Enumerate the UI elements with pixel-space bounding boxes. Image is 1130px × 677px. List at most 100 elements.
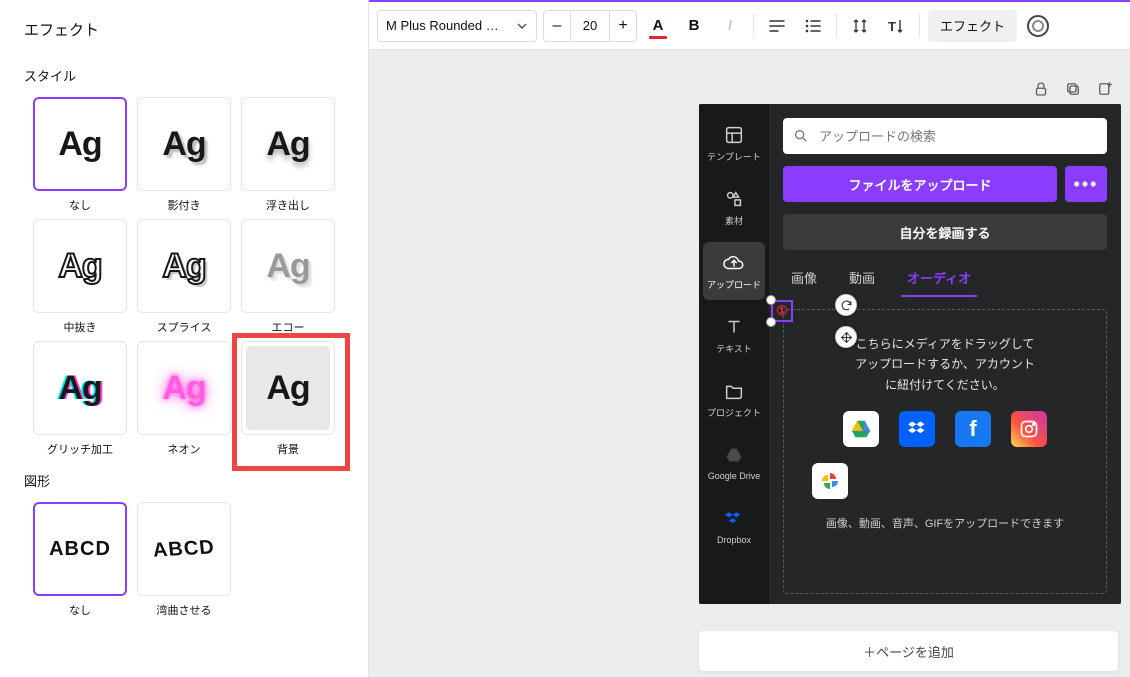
list-icon (804, 17, 822, 35)
text-icon (723, 316, 745, 338)
font-size-value[interactable]: 20 (570, 11, 610, 41)
animate-icon (1027, 15, 1049, 37)
sample-text: Ag (58, 369, 101, 408)
font-size-stepper: – 20 + (543, 10, 637, 42)
duplicate-icon[interactable] (1064, 80, 1082, 98)
style-label: エコー (272, 319, 305, 335)
search-input[interactable] (817, 128, 1097, 145)
effects-panel: エフェクト スタイル Ag なし Ag 影付き Ag 浮き出し Ag 中抜き A… (0, 0, 369, 677)
connect-dropbox[interactable] (899, 411, 935, 447)
canvas-area: テンプレート 素材 アップロード テキスト プロジェクト Google Driv… (369, 50, 1130, 677)
connect-instagram[interactable] (1011, 411, 1047, 447)
style-label: ネオン (168, 441, 201, 457)
style-label: なし (69, 197, 91, 213)
record-yourself-button[interactable]: 自分を録画する (783, 214, 1107, 250)
style-label: 浮き出し (266, 197, 310, 213)
connect-google-photos[interactable] (812, 463, 848, 499)
side-google-drive[interactable]: Google Drive (703, 434, 765, 492)
style-hollow[interactable]: Ag 中抜き (32, 219, 128, 335)
selection-number: ① (776, 303, 788, 319)
selected-element[interactable]: ① (771, 300, 793, 322)
tab-video[interactable]: 動画 (845, 262, 879, 293)
effects-button[interactable]: エフェクト (928, 10, 1017, 42)
shape-grid: ABCD なし ABCD 湾曲させる (0, 502, 368, 618)
sample-text: ABCD (49, 538, 111, 561)
italic-button[interactable]: I (715, 11, 745, 41)
style-echo[interactable]: Ag エコー (240, 219, 336, 335)
chevron-down-icon (516, 20, 528, 32)
lock-icon[interactable] (1032, 80, 1050, 98)
style-neon[interactable]: Ag ネオン (136, 341, 232, 457)
google-photos-icon (818, 469, 842, 493)
instagram-icon (1019, 419, 1039, 439)
svg-text:T: T (888, 19, 896, 34)
align-button[interactable] (762, 11, 792, 41)
add-page-label: ＋ページを追加 (863, 642, 954, 661)
bold-button[interactable]: B (679, 11, 709, 41)
style-grid: Ag なし Ag 影付き Ag 浮き出し Ag 中抜き Ag スプライス Ag … (0, 97, 368, 457)
toolbar-divider (753, 14, 754, 38)
add-page-icon[interactable] (1096, 80, 1114, 98)
style-background[interactable]: Ag 背景 (240, 341, 336, 457)
media-tabs: 画像 動画 オーディオ (783, 262, 1107, 293)
search-icon (793, 128, 809, 144)
vertical-text-button[interactable]: T (881, 11, 911, 41)
side-templates[interactable]: テンプレート (703, 114, 765, 172)
list-button[interactable] (798, 11, 828, 41)
dropzone-footer: 画像、動画、音声、GIFをアップロードできます (826, 515, 1064, 531)
canvas-actions (1032, 80, 1114, 98)
side-elements[interactable]: 素材 (703, 178, 765, 236)
spacing-icon (851, 17, 869, 35)
upload-dropzone[interactable]: こちらにメディアをドラッグして アップロードするか、アカウント に紐付けてくださ… (783, 309, 1107, 594)
tab-image[interactable]: 画像 (787, 262, 821, 293)
style-label: 中抜き (64, 319, 97, 335)
sample-text: Ag (58, 247, 101, 286)
projects-icon (723, 380, 745, 402)
font-name: M Plus Rounded … (386, 18, 499, 33)
spacing-button[interactable] (845, 11, 875, 41)
move-handle[interactable] (835, 326, 857, 348)
style-label: グリッチ加工 (47, 441, 113, 457)
sample-text: Ag (266, 369, 309, 408)
font-size-decrease[interactable]: – (544, 11, 570, 41)
animate-button[interactable] (1023, 11, 1053, 41)
side-projects[interactable]: プロジェクト (703, 370, 765, 428)
side-text[interactable]: テキスト (703, 306, 765, 364)
effects-button-label: エフェクト (940, 16, 1005, 35)
uploads-panel: テンプレート 素材 アップロード テキスト プロジェクト Google Driv… (699, 104, 1121, 604)
upload-file-button[interactable]: ファイルをアップロード (783, 166, 1057, 202)
shape-none[interactable]: ABCD なし (32, 502, 128, 618)
search-bar[interactable] (783, 118, 1107, 154)
move-icon (840, 331, 853, 344)
sample-text: ABCD (152, 536, 216, 562)
sample-text: Ag (162, 125, 205, 164)
sample-text: Ag (266, 247, 309, 286)
style-splice[interactable]: Ag スプライス (136, 219, 232, 335)
text-color-button[interactable]: A (643, 11, 673, 41)
style-shadow[interactable]: Ag 影付き (136, 97, 232, 213)
tab-audio[interactable]: オーディオ (903, 262, 975, 293)
upload-more-button[interactable]: ••• (1065, 166, 1107, 202)
font-family-select[interactable]: M Plus Rounded … (377, 10, 537, 42)
elements-icon (723, 188, 745, 210)
font-size-increase[interactable]: + (610, 11, 636, 41)
shape-label: 湾曲させる (157, 602, 212, 618)
style-label: 背景 (277, 441, 299, 457)
uploads-main: ファイルをアップロード ••• 自分を録画する 画像 動画 オーディオ こちらに… (769, 104, 1121, 604)
style-lift[interactable]: Ag 浮き出し (240, 97, 336, 213)
sample-text: Ag (162, 369, 205, 408)
sample-text: Ag (266, 125, 309, 164)
connect-facebook[interactable]: f (955, 411, 991, 447)
google-drive-icon (850, 418, 872, 440)
style-none[interactable]: Ag なし (32, 97, 128, 213)
rotate-handle[interactable] (835, 294, 857, 316)
shape-curve[interactable]: ABCD 湾曲させる (136, 502, 232, 618)
section-shape-label: 図形 (0, 457, 368, 502)
connect-google-drive[interactable] (843, 411, 879, 447)
add-page-button[interactable]: ＋ページを追加 (699, 631, 1118, 671)
sample-text: Ag (162, 247, 205, 286)
style-glitch[interactable]: Ag グリッチ加工 (32, 341, 128, 457)
side-dropbox[interactable]: Dropbox (703, 498, 765, 556)
side-uploads[interactable]: アップロード (703, 242, 765, 300)
toolbar-divider (836, 14, 837, 38)
